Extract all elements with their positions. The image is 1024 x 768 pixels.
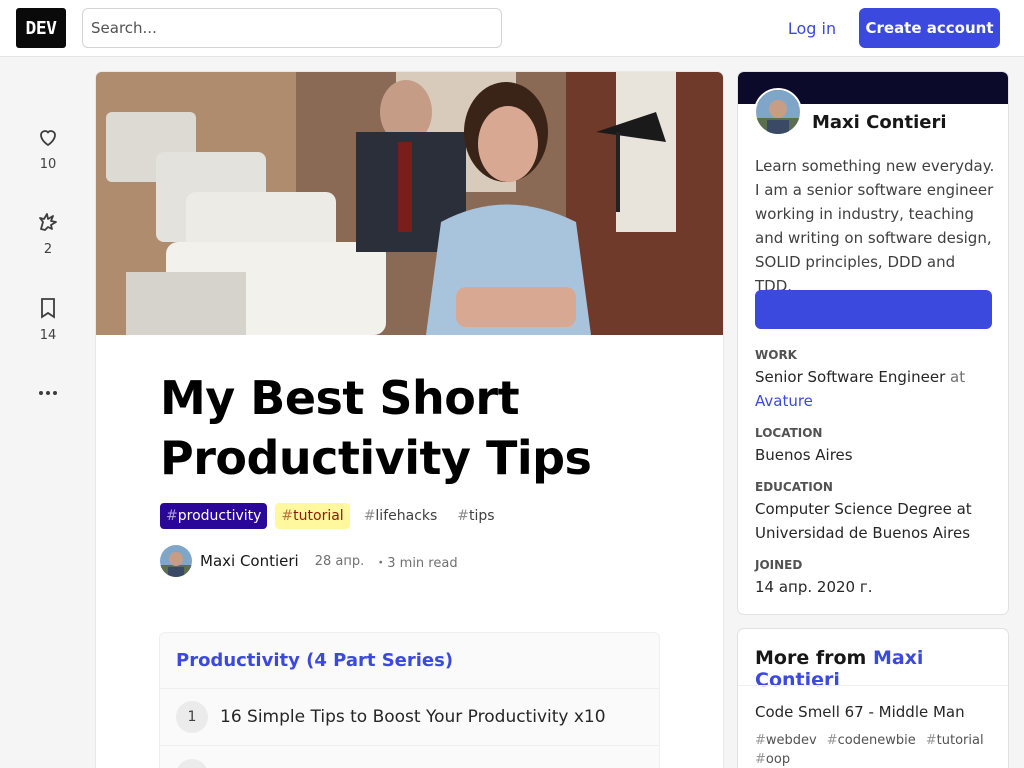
tag-webdev[interactable]: #webdev xyxy=(755,733,817,748)
series-item-title: 16 Simple Tips to Boost Your Productivit… xyxy=(220,707,606,727)
more-actions-button[interactable] xyxy=(28,381,68,405)
bookmark-count: 14 xyxy=(39,328,57,343)
tag-codenewbie[interactable]: #codenewbie xyxy=(827,733,916,748)
article-card: My Best Short Productivity Tips # product… xyxy=(96,72,723,768)
read-time: ・3 min read xyxy=(374,555,458,571)
work-label: Work xyxy=(755,348,797,362)
byline: Maxi Contieri 28 апр. ・3 min read xyxy=(160,545,458,577)
work-value: Senior Software Engineer at Avature xyxy=(755,368,966,410)
series-box: Productivity (4 Part Series) 1 16 Simple… xyxy=(159,632,660,768)
tag-tutorial[interactable]: #tutorial xyxy=(926,733,984,748)
tag-list: # productivity # tutorial # lifehacks # tips xyxy=(160,503,501,529)
tag-tutorial[interactable]: #tutorial xyxy=(275,503,350,529)
cover-image xyxy=(96,72,723,335)
series-item-number xyxy=(176,758,208,768)
work-company-link[interactable]: Avature xyxy=(755,392,813,410)
unicorn-count: 2 xyxy=(43,242,53,257)
profile-name[interactable]: Maxi Contieri xyxy=(812,112,947,133)
joined-label: Joined xyxy=(755,558,803,572)
education-label: Education xyxy=(755,480,833,494)
create-account-button[interactable]: Create account xyxy=(859,8,1000,48)
unicorn-icon xyxy=(39,213,57,231)
author-name[interactable]: Maxi Contieri xyxy=(200,552,299,570)
education-value: Computer Science Degree at Universidad d… xyxy=(755,500,972,542)
location-label: Location xyxy=(755,426,823,440)
more-from-item-tags: #webdev #codenewbie #tutorial #oop xyxy=(755,733,995,767)
bookmark-button[interactable]: 14 xyxy=(28,296,68,343)
series-title[interactable]: Productivity (4 Part Series) xyxy=(160,633,659,689)
more-icon xyxy=(39,391,57,395)
series-item[interactable] xyxy=(160,746,659,768)
publish-date: 28 апр. xyxy=(314,553,365,569)
author-avatar[interactable] xyxy=(160,545,192,577)
heart-icon xyxy=(40,130,56,147)
follow-button[interactable] xyxy=(755,290,992,329)
series-item[interactable]: 1 16 Simple Tips to Boost Your Productiv… xyxy=(160,689,659,746)
like-button[interactable]: 10 xyxy=(28,125,68,172)
tag-productivity[interactable]: # productivity xyxy=(160,503,268,529)
profile-bio: Learn something new everyday. I am a sen… xyxy=(755,157,995,295)
bookmark-icon xyxy=(41,298,55,319)
search-input[interactable] xyxy=(82,8,502,48)
more-from-item-title[interactable]: Code Smell 67 - Middle Man xyxy=(755,703,965,721)
joined-value: 14 апр. 2020 г. xyxy=(755,578,873,596)
top-bar: DEV Log in Create account xyxy=(0,0,1024,57)
login-link[interactable]: Log in xyxy=(778,8,846,48)
location-value: Buenos Aires xyxy=(755,446,853,464)
profile-avatar[interactable] xyxy=(754,88,802,136)
dev-logo[interactable]: DEV xyxy=(16,8,66,48)
divider xyxy=(738,685,1008,686)
series-item-number: 1 xyxy=(176,701,208,733)
like-count: 10 xyxy=(39,157,57,172)
author-profile-card: Maxi Contieri Learn something new everyd… xyxy=(738,72,1008,614)
tag-lifehacks[interactable]: # lifehacks xyxy=(358,503,444,529)
more-from-card: More from Maxi Contieri Code Smell 67 - … xyxy=(738,629,1008,768)
article-title: My Best Short Productivity Tips xyxy=(160,371,592,485)
tag-oop[interactable]: #oop xyxy=(755,752,790,767)
tag-tips[interactable]: # tips xyxy=(451,503,500,529)
unicorn-button[interactable]: 2 xyxy=(28,210,68,257)
